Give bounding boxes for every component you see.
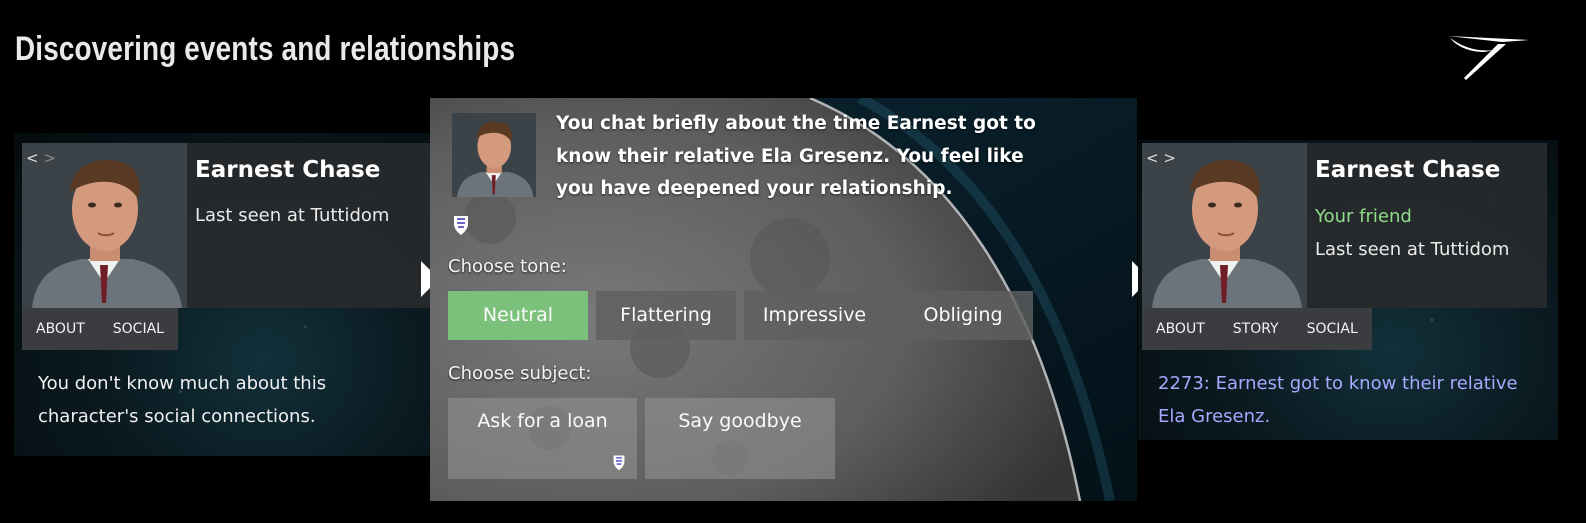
tab-story[interactable]: STORY — [1219, 308, 1293, 350]
tab-about[interactable]: ABOUT — [22, 308, 99, 350]
character-portrait: < > — [22, 143, 187, 308]
next-character-button[interactable]: > — [43, 149, 56, 167]
tone-flattering-button[interactable]: Flattering — [596, 291, 736, 340]
left-character-panel: < > Earnest Chase Last seen at Tuttidom … — [14, 133, 430, 456]
page-title: Discovering events and relationships — [15, 30, 516, 68]
character-tabs: ABOUT SOCIAL — [22, 308, 178, 350]
character-header: < > Earnest Chase Last seen at Tuttidom — [22, 143, 430, 308]
character-nav: < > — [1146, 149, 1176, 167]
prev-character-button[interactable]: < — [1146, 149, 1159, 167]
character-nav: < > — [26, 149, 56, 167]
last-seen-text: Last seen at Tuttidom — [1315, 239, 1510, 260]
social-description: You don't know much about this character… — [38, 373, 327, 427]
dialog-portrait — [452, 113, 536, 197]
tone-obliging-button[interactable]: Obliging — [893, 291, 1033, 340]
prev-character-button[interactable]: < — [26, 149, 39, 167]
tab-social[interactable]: SOCIAL — [1293, 308, 1372, 350]
subject-ask-loan-label: Ask for a loan — [477, 410, 608, 432]
last-seen-text: Last seen at Tuttidom — [195, 205, 390, 226]
right-character-panel: < > Earnest Chase Your friend Last seen … — [1138, 140, 1558, 440]
subject-ask-loan-button[interactable]: Ask for a loan — [448, 398, 637, 479]
tone-neutral-button[interactable]: Neutral — [448, 291, 588, 340]
subject-say-goodbye-button[interactable]: Say goodbye — [645, 398, 835, 479]
dialog-message: You chat briefly about the time Earnest … — [556, 113, 1036, 199]
tone-impressive-button[interactable]: Impressive — [744, 291, 885, 340]
tab-social[interactable]: SOCIAL — [99, 308, 178, 350]
shield-icon — [613, 455, 625, 471]
subject-say-goodbye-label: Say goodbye — [678, 410, 802, 432]
logo-icon — [1448, 36, 1530, 80]
tone-label: Choose tone: — [448, 256, 567, 277]
relationship-text: Your friend — [1315, 206, 1412, 227]
character-header: < > Earnest Chase Your friend Last seen … — [1142, 143, 1547, 308]
next-character-button[interactable]: > — [1163, 149, 1176, 167]
character-name: Earnest Chase — [1315, 157, 1501, 183]
tab-about[interactable]: ABOUT — [1142, 308, 1219, 350]
portrait-image — [22, 143, 187, 308]
character-tabs: ABOUT STORY SOCIAL — [1142, 308, 1372, 350]
portrait-image — [1142, 143, 1307, 308]
portrait-image — [452, 113, 536, 197]
character-portrait: < > — [1142, 143, 1307, 308]
conversation-dialog: You chat briefly about the time Earnest … — [430, 98, 1137, 501]
story-entry: 2273: Earnest got to know their relative… — [1158, 373, 1518, 427]
shield-icon — [454, 216, 468, 235]
character-name: Earnest Chase — [195, 157, 381, 183]
subject-label: Choose subject: — [448, 363, 592, 384]
